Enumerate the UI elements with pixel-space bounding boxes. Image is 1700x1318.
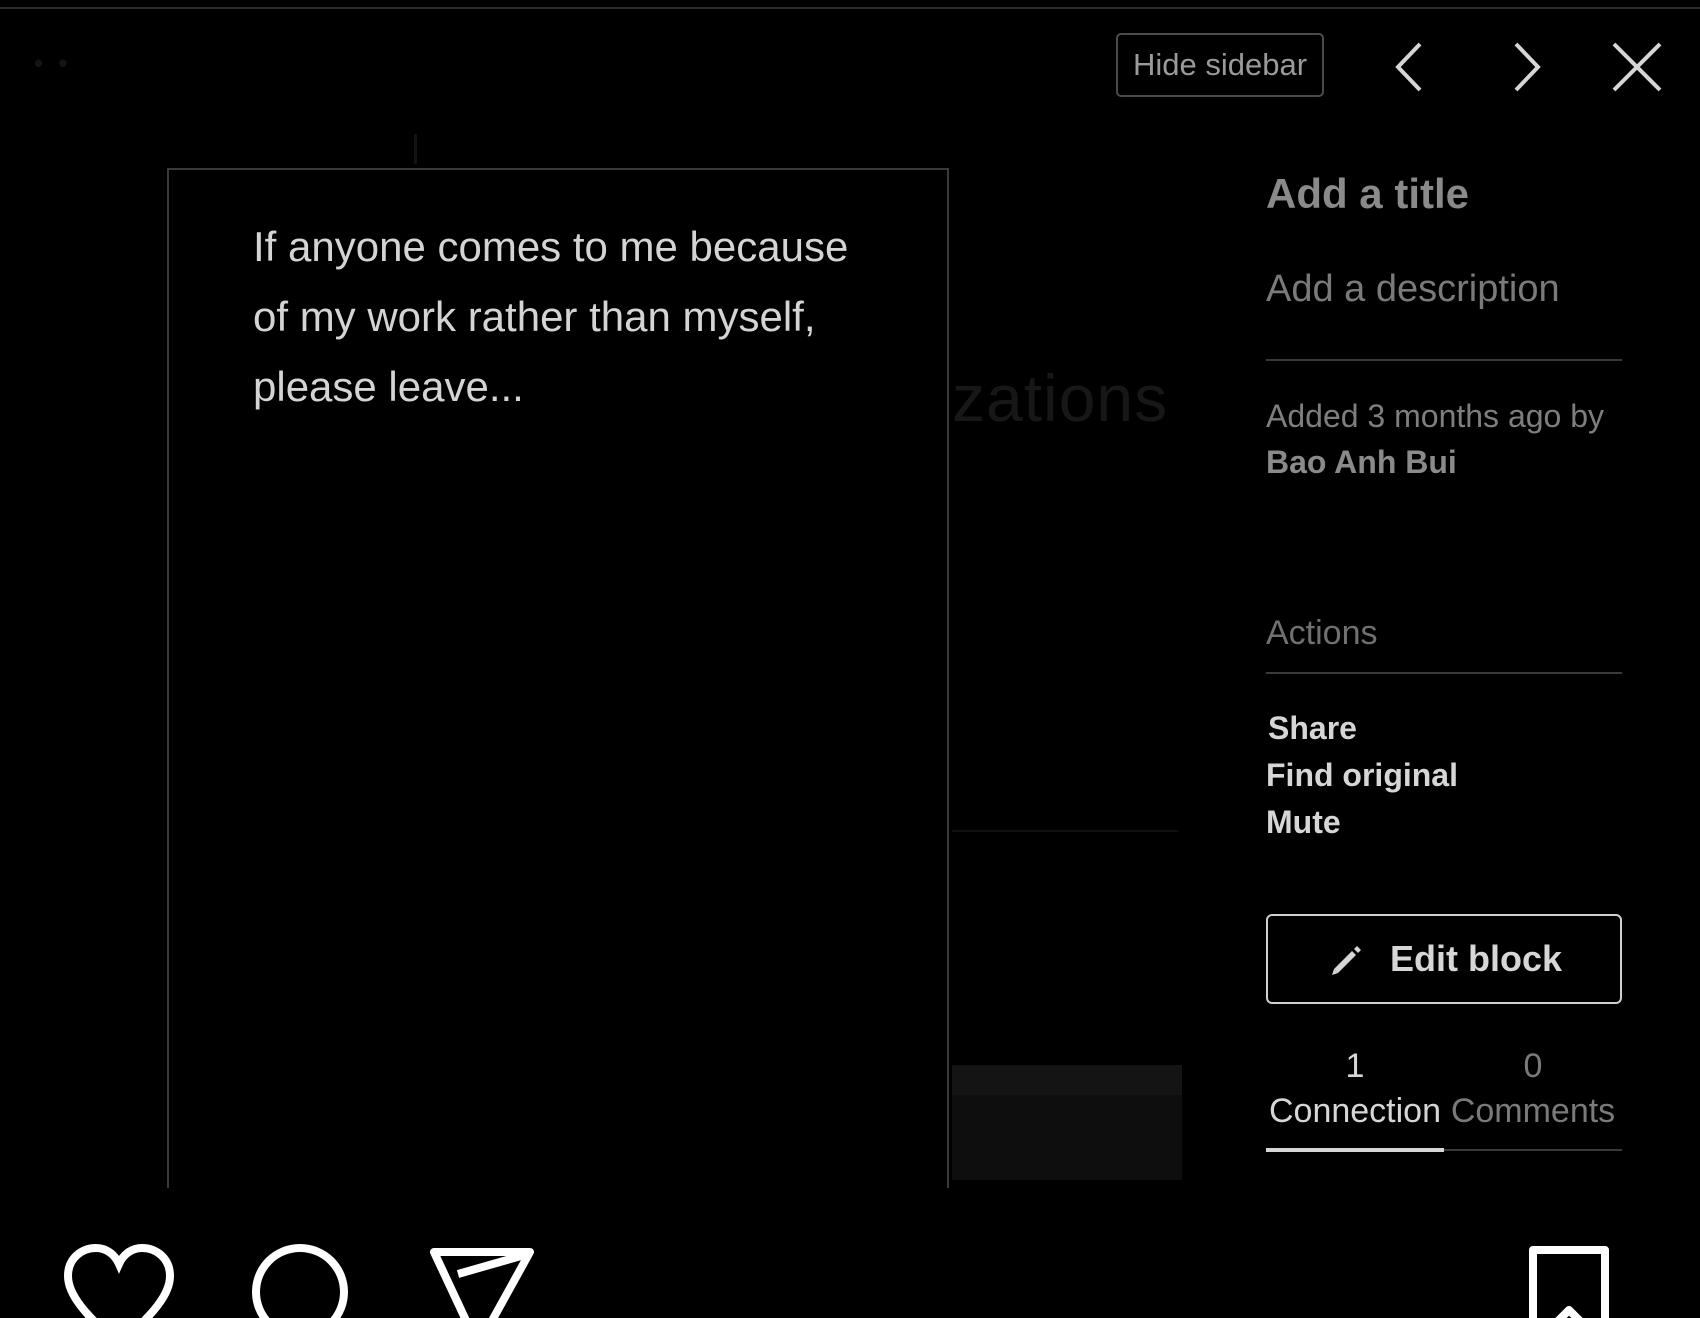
- text-block-card: If anyone comes to me because of my work…: [167, 168, 949, 1188]
- background-divider: [952, 830, 1178, 832]
- send-icon[interactable]: [428, 1246, 536, 1318]
- heart-icon[interactable]: [64, 1244, 174, 1318]
- mute-action[interactable]: Mute: [1266, 804, 1341, 841]
- edit-block-button[interactable]: Edit block: [1266, 914, 1622, 1004]
- author-link[interactable]: Bao Anh Bui: [1266, 444, 1457, 481]
- comment-icon[interactable]: [250, 1242, 350, 1318]
- close-icon[interactable]: [1606, 36, 1668, 98]
- actions-divider: [1266, 672, 1622, 674]
- block-text: If anyone comes to me because of my work…: [253, 223, 849, 410]
- chevron-left-icon[interactable]: [1380, 36, 1442, 98]
- background-mark: [414, 134, 417, 164]
- tab-connection[interactable]: 1 Connection: [1266, 1044, 1444, 1134]
- hide-sidebar-button[interactable]: Hide sidebar: [1116, 33, 1324, 97]
- background-block-header: [952, 1065, 1182, 1095]
- actions-heading: Actions: [1266, 614, 1378, 652]
- add-title-field[interactable]: Add a title: [1266, 170, 1469, 218]
- faint-logo: • •: [34, 48, 72, 78]
- top-divider: [0, 0, 1700, 9]
- add-description-field[interactable]: Add a description: [1266, 268, 1560, 311]
- sidebar-divider: [1266, 359, 1622, 361]
- added-info: Added 3 months ago by: [1266, 398, 1605, 434]
- connection-count: 1: [1345, 1047, 1365, 1085]
- find-original-action[interactable]: Find original: [1266, 757, 1458, 794]
- connection-label: Connection: [1268, 1092, 1441, 1130]
- tab-comments[interactable]: 0 Comments: [1444, 1044, 1622, 1134]
- edit-block-label: Edit block: [1389, 938, 1563, 979]
- active-tab-indicator: [1266, 1148, 1444, 1152]
- bookmark-icon[interactable]: [1527, 1246, 1611, 1318]
- pencil-icon: [1326, 939, 1366, 979]
- comments-count: 0: [1523, 1047, 1543, 1085]
- background-title-fragment: zations: [952, 361, 1169, 435]
- share-action[interactable]: Share: [1268, 710, 1357, 747]
- chevron-right-icon[interactable]: [1494, 36, 1556, 98]
- comments-label: Comments: [1450, 1092, 1616, 1130]
